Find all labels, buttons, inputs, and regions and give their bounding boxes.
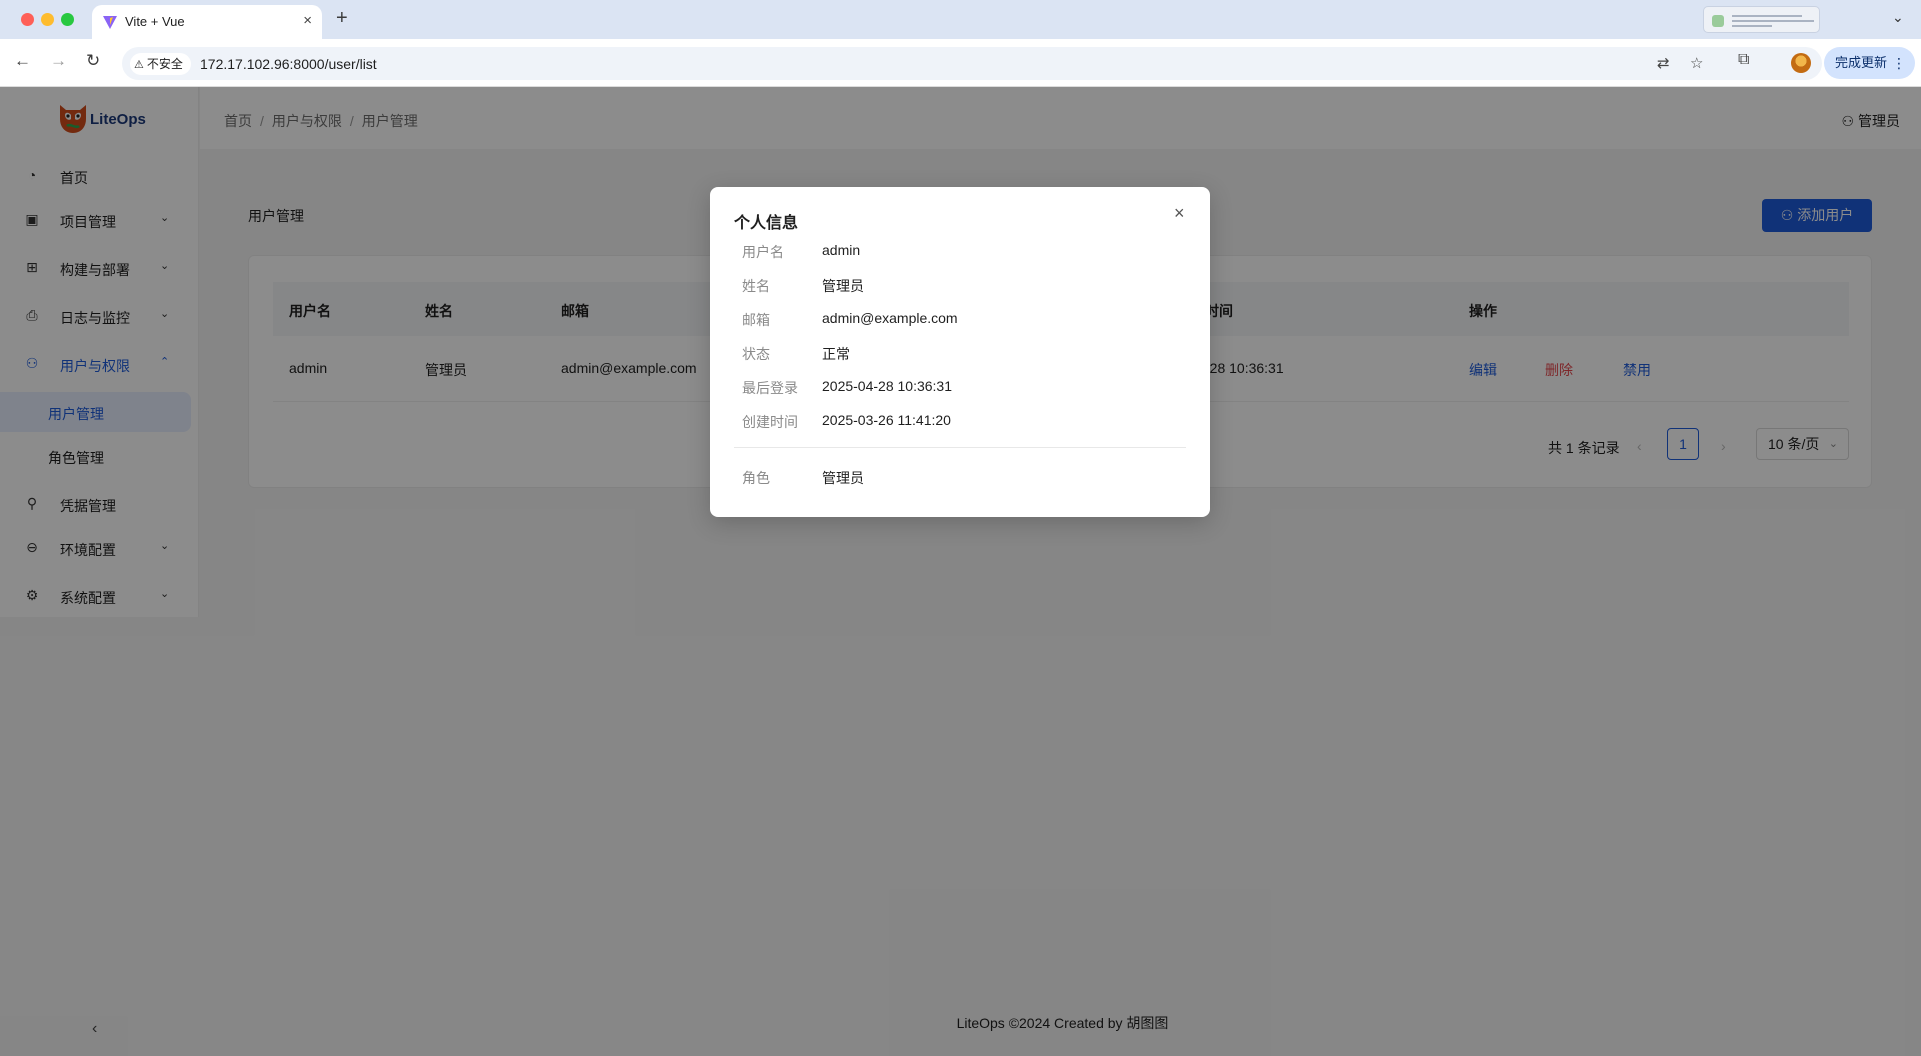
extension-notification-icon xyxy=(1712,15,1724,27)
info-label-username: 用户名 xyxy=(742,244,784,260)
browser-tab[interactable]: Vite + Vue × xyxy=(92,5,322,39)
new-tab-button[interactable]: + xyxy=(336,7,348,30)
window-minimize-button[interactable] xyxy=(41,13,54,26)
browser-toolbar: ← → ↻ ⚠ 不安全 172.17.102.96:8000/user/list … xyxy=(0,39,1921,87)
info-value-status: 正常 xyxy=(822,346,850,362)
info-label-email: 邮箱 xyxy=(742,312,770,328)
info-label-created: 创建时间 xyxy=(742,414,798,430)
tab-title: Vite + Vue xyxy=(125,14,185,29)
extension-notification[interactable] xyxy=(1703,6,1820,33)
window-close-button[interactable] xyxy=(21,13,34,26)
warning-icon: ⚠ xyxy=(134,59,144,71)
info-value-name: 管理员 xyxy=(822,278,864,294)
vite-favicon-icon xyxy=(103,16,117,29)
update-label: 完成更新 xyxy=(1835,55,1888,70)
profile-modal: 个人信息 × 用户名 admin 姓名 管理员 邮箱 admin@example… xyxy=(710,187,1210,517)
update-button[interactable]: 完成更新 ⋮ xyxy=(1824,47,1915,79)
modal-divider xyxy=(734,447,1186,448)
info-label-name: 姓名 xyxy=(742,278,770,294)
menu-dots-icon[interactable]: ⋮ xyxy=(1892,47,1906,79)
translate-icon[interactable]: ⇄ xyxy=(1657,54,1670,72)
security-chip[interactable]: ⚠ 不安全 xyxy=(130,53,191,75)
url-text[interactable]: 172.17.102.96:8000/user/list xyxy=(200,56,377,72)
star-icon[interactable]: ☆ xyxy=(1690,54,1703,72)
reload-icon[interactable]: ↻ xyxy=(86,51,100,71)
modal-title: 个人信息 xyxy=(734,215,799,232)
info-label-last-login: 最后登录 xyxy=(742,380,798,396)
info-value-email: admin@example.com xyxy=(822,310,958,326)
address-bar[interactable]: ⚠ 不安全 172.17.102.96:8000/user/list ⇄ ☆ xyxy=(122,47,1822,80)
profile-icon[interactable] xyxy=(1791,53,1811,73)
info-label-status: 状态 xyxy=(742,346,770,362)
browser-tabstrip: Vite + Vue × + ⌄ xyxy=(0,0,1921,39)
info-value-role: 管理员 xyxy=(822,470,864,486)
close-icon[interactable]: × xyxy=(1174,203,1185,224)
back-icon[interactable]: ← xyxy=(14,51,31,71)
forward-icon[interactable]: → xyxy=(50,51,67,71)
tab-close-icon[interactable]: × xyxy=(303,12,312,29)
window-zoom-button[interactable] xyxy=(61,13,74,26)
info-label-role: 角色 xyxy=(742,470,770,486)
security-label: 不安全 xyxy=(146,57,183,71)
info-value-last-login: 2025-04-28 10:36:31 xyxy=(822,378,952,394)
tab-search-chevron-icon[interactable]: ⌄ xyxy=(1892,9,1904,26)
info-value-created: 2025-03-26 11:41:20 xyxy=(822,412,951,428)
extensions-icon[interactable]: ⧉ xyxy=(1738,51,1749,69)
info-value-username: admin xyxy=(822,242,861,258)
